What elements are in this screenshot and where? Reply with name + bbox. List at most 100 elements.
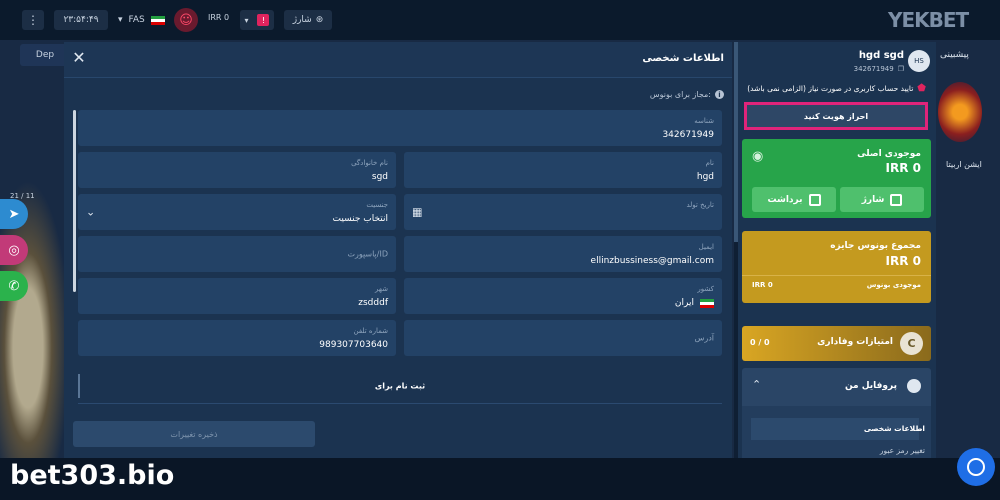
bonus-card: مجموع بونوس جایزه IRR 0 IRR 0 موجودی بون… [742,231,931,303]
register-for-section[interactable]: ثبت نام برای [78,368,722,404]
country-field[interactable]: کشور ایران [404,278,722,314]
withdraw-label: برداشت [767,194,803,205]
bonus-row-label: موجودی بونوس [866,281,921,289]
clock: ۲۳:۵۴:۴۹ [54,10,108,30]
profile-name: hgd sgd [858,50,904,61]
charge-label: شارژ [292,15,312,25]
my-profile-accordion[interactable]: ⌃ پروفایل من [742,368,931,406]
cash-out-icon [808,193,821,206]
chevron-up-icon[interactable]: ⌃ [752,378,761,391]
birth-date-field[interactable]: ▦ تاریخ تولد [404,194,722,230]
field-value: ellinzbussiness@gmail.com [590,256,714,266]
save-changes-button[interactable]: ذخیره تغییرات [73,421,315,447]
address-field[interactable]: آدرس [404,320,722,356]
charge-label: شارژ [861,194,885,205]
profile-id-value: 342671949 [853,65,894,73]
bonus-note-text: مجاز برای بونوس: [649,90,711,99]
header-balance: IRR 0 [208,13,230,22]
iran-flag-icon [150,15,165,25]
field-label: تاریخ تولد [686,201,714,209]
field-value: انتخاب جنسیت [332,214,388,224]
verify-account-note: تایید حساب کاربری در صورت نیاز (الزامی ن… [747,83,926,94]
email-field[interactable]: ایمیل ellinzbussiness@gmail.com [404,236,722,272]
bonus-row-value: IRR 0 [752,281,773,289]
phone-field[interactable]: شماره تلفن 989307703640 [78,320,396,356]
coin-icon: ⊛ [315,15,324,25]
profile-avatar: HS [908,50,930,72]
eye-icon[interactable]: ◉ [752,149,763,164]
field-label: جنسیت [366,201,388,209]
game-thumbnail[interactable] [938,82,982,142]
loyalty-title: امتیازات وفاداری [817,337,893,347]
main-balance-value: IRR 0 [885,161,921,175]
loyalty-value: 0 / 0 [750,338,770,347]
bonus-eligibility-note: مجاز برای بونوس: i [650,90,724,99]
iran-flag-icon [700,298,714,308]
field-label: کشور [697,285,714,293]
field-value: 342671949 [662,130,714,140]
field-placeholder: آدرس [694,333,714,343]
submenu-change-password[interactable]: تغییر رمز عبور [880,446,925,455]
loyalty-card[interactable]: 0 / 0 امتیازات وفاداری C [742,326,931,361]
chevron-down-icon: ⌄ [86,205,96,219]
modal-scrollbar[interactable] [73,110,76,292]
loyalty-coin-icon: C [900,332,923,355]
charge-button[interactable]: شارژ [840,187,924,212]
game-label: ایشن اربیتا [946,160,982,169]
balance-dropdown[interactable]: ▾ ! [240,10,274,30]
field-value: 989307703640 [319,340,388,350]
info-icon[interactable]: i [715,90,724,99]
withdraw-button[interactable]: برداشت [752,187,836,212]
field-label: نام خانوادگی [351,159,388,167]
country-value: ایران [675,298,714,308]
chevron-down-icon: ▾ [244,15,249,25]
sports-title: پیشبینی [940,50,969,60]
modal-header [64,42,732,78]
city-field[interactable]: شهر zsdddf [78,278,396,314]
close-icon[interactable]: ✕ [70,48,88,67]
passport-field[interactable]: پاسپورت/ID [78,236,396,272]
field-label: شماره تلفن [353,327,388,335]
brand-logo[interactable]: YEKBET [888,8,969,32]
chevron-down-icon: ▾ [118,15,123,25]
my-profile-label: پروفایل من [844,381,897,391]
language-selector[interactable]: ▾ FAS [118,10,165,30]
country-name: ایران [674,298,694,308]
last-name-field[interactable]: نام خانوادگی sgd [78,152,396,188]
calendar-icon[interactable]: ▦ [412,206,422,219]
watermark: bet303.bio [10,460,175,491]
user-avatar-icon[interactable]: ☺ [174,8,198,32]
field-value: hgd [696,172,714,182]
shield-icon: ⬟ [917,83,926,94]
field-label: شهر [375,285,388,293]
field-value: zsdddf [358,298,388,308]
field-label: شناسه [694,117,714,125]
divider [742,275,931,276]
id-field: شناسه 342671949 [78,110,722,146]
verify-identity-button[interactable]: احراز هویت کنید [744,102,928,130]
language-label: FAS [128,15,145,25]
bonus-title: مجموع بونوس جایزه [830,241,921,251]
chat-support-button[interactable] [957,448,995,486]
alert-icon: ! [257,14,270,26]
first-name-field[interactable]: نام hgd [404,152,722,188]
modal-title: اطلاعات شخصی [642,53,724,64]
field-value: sgd [371,172,388,182]
submenu-personal-info[interactable]: اطلاعات شخصی [864,424,925,433]
copy-icon[interactable]: ❐ [898,65,904,73]
section-marker [78,374,80,398]
profile-id: 342671949 ❐ [854,65,904,73]
field-label: ایمیل [698,243,714,251]
verify-note-text: تایید حساب کاربری در صورت نیاز (الزامی ن… [747,84,914,93]
field-label: نام [705,159,714,167]
bonus-value: IRR 0 [885,254,921,268]
header-charge-button[interactable]: شارژ ⊛ [284,10,332,30]
deposit-tab[interactable]: Dep [20,44,70,66]
bonus-row: IRR 0 موجودی بونوس [752,281,921,289]
menu-icon[interactable]: ⋮ [22,10,44,30]
gender-select[interactable]: ⌄ جنسیت انتخاب جنسیت [78,194,396,230]
main-balance-title: موجودی اصلی [857,149,921,159]
user-icon [907,379,921,393]
wallet-icon [890,193,903,206]
chat-icon [967,458,985,476]
